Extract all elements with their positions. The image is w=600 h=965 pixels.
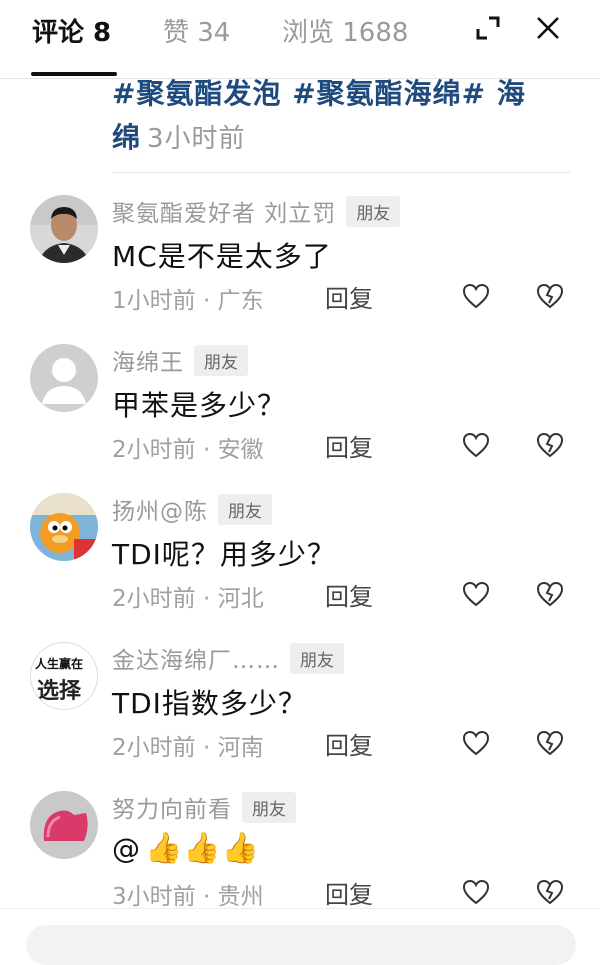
tab-bar: 评论 8 赞 34 浏览 1688 [0, 0, 600, 79]
comment-header: 扬州@陈 朋友 [112, 493, 272, 525]
thumbs-up-emoji: 👍👍👍 [145, 831, 261, 866]
heart-icon[interactable] [462, 432, 490, 458]
comment-meta: 3小时前 · 贵州 [112, 884, 264, 910]
expand-icon[interactable] [470, 10, 506, 46]
reply-button[interactable]: 回复 [325, 279, 373, 314]
avatar[interactable] [30, 493, 98, 561]
mention-symbol: @ [112, 832, 141, 865]
friend-badge: 朋友 [290, 642, 344, 674]
comment-text: @ 👍👍👍 [112, 831, 260, 866]
active-tab-indicator [31, 72, 117, 76]
comment-text: TDI指数多少？ [112, 687, 307, 720]
reply-button[interactable]: 回复 [325, 726, 373, 761]
comment-meta: 2小时前 · 河南 [112, 735, 264, 761]
comment-item: 海绵王 朋友 甲苯是多少？ 2小时前 · 安徽 回复 [0, 344, 600, 494]
broken-heart-icon[interactable] [536, 432, 564, 458]
avatar[interactable] [30, 791, 98, 859]
comment-item: 聚氨酯爱好者 刘立罚 朋友 MC是不是太多了 1小时前 · 广东 回复 [0, 195, 600, 345]
avatar[interactable]: 人生赢在 选择 [30, 642, 98, 710]
tab-comments[interactable]: 评论 8 [32, 12, 111, 49]
comment-header: 努力向前看 朋友 [112, 791, 296, 823]
comment-text: MC是不是太多了 [112, 240, 332, 273]
friend-badge: 朋友 [242, 791, 296, 823]
avatar-logo-text-top: 人生赢在 [35, 657, 84, 671]
comment-item: 扬州@陈 朋友 TDI呢？用多少？ 2小时前 · 河北 回复 [0, 493, 600, 643]
reply-button[interactable]: 回复 [325, 428, 373, 463]
friend-badge: 朋友 [194, 344, 248, 376]
friend-badge: 朋友 [346, 195, 401, 227]
commenter-name[interactable]: 聚氨酯爱好者 刘立罚 [112, 194, 336, 228]
post-time: 3小时前 [147, 124, 246, 154]
reply-button[interactable]: 回复 [325, 875, 373, 910]
commenter-name[interactable]: 海绵王 [112, 343, 184, 377]
tab-likes[interactable]: 赞 34 [163, 12, 230, 49]
comment-input[interactable] [26, 925, 576, 965]
commenter-name[interactable]: 努力向前看 [112, 790, 232, 824]
avatar-logo-text-bottom: 选择 [37, 678, 82, 704]
tab-views[interactable]: 浏览 1688 [282, 12, 408, 49]
divider [112, 172, 570, 173]
comment-input-bar [0, 908, 600, 965]
heart-icon[interactable] [462, 730, 490, 756]
avatar[interactable] [30, 344, 98, 412]
heart-icon[interactable] [462, 283, 490, 309]
friend-badge: 朋友 [218, 493, 272, 525]
comment-meta: 2小时前 · 安徽 [112, 437, 264, 463]
comment-text: 甲苯是多少？ [112, 389, 287, 422]
commenter-name[interactable]: 扬州@陈 [112, 492, 208, 526]
comment-header: 海绵王 朋友 [112, 344, 248, 376]
broken-heart-icon[interactable] [536, 879, 564, 905]
comment-header: 聚氨酯爱好者 刘立罚 朋友 [112, 194, 401, 228]
heart-icon[interactable] [462, 581, 490, 607]
post-hashtags[interactable]: #聚氨酯发泡 #聚氨酯海绵# 海绵 3小时前 [112, 72, 552, 161]
comment-header: 金达海绵厂…… 朋友 [112, 642, 344, 674]
commenter-name[interactable]: 金达海绵厂…… [112, 641, 280, 675]
comment-meta: 1小时前 · 广东 [112, 288, 264, 314]
broken-heart-icon[interactable] [536, 730, 564, 756]
comment-meta: 2小时前 · 河北 [112, 586, 264, 612]
close-icon[interactable] [530, 10, 566, 46]
heart-icon[interactable] [462, 879, 490, 905]
comment-text: TDI呢？用多少？ [112, 538, 336, 571]
reply-button[interactable]: 回复 [325, 577, 373, 612]
broken-heart-icon[interactable] [536, 581, 564, 607]
avatar[interactable] [30, 195, 98, 263]
comment-item: 人生赢在 选择 金达海绵厂…… 朋友 TDI指数多少？ 2小时前 · 河南 回复 [0, 642, 600, 792]
broken-heart-icon[interactable] [536, 283, 564, 309]
